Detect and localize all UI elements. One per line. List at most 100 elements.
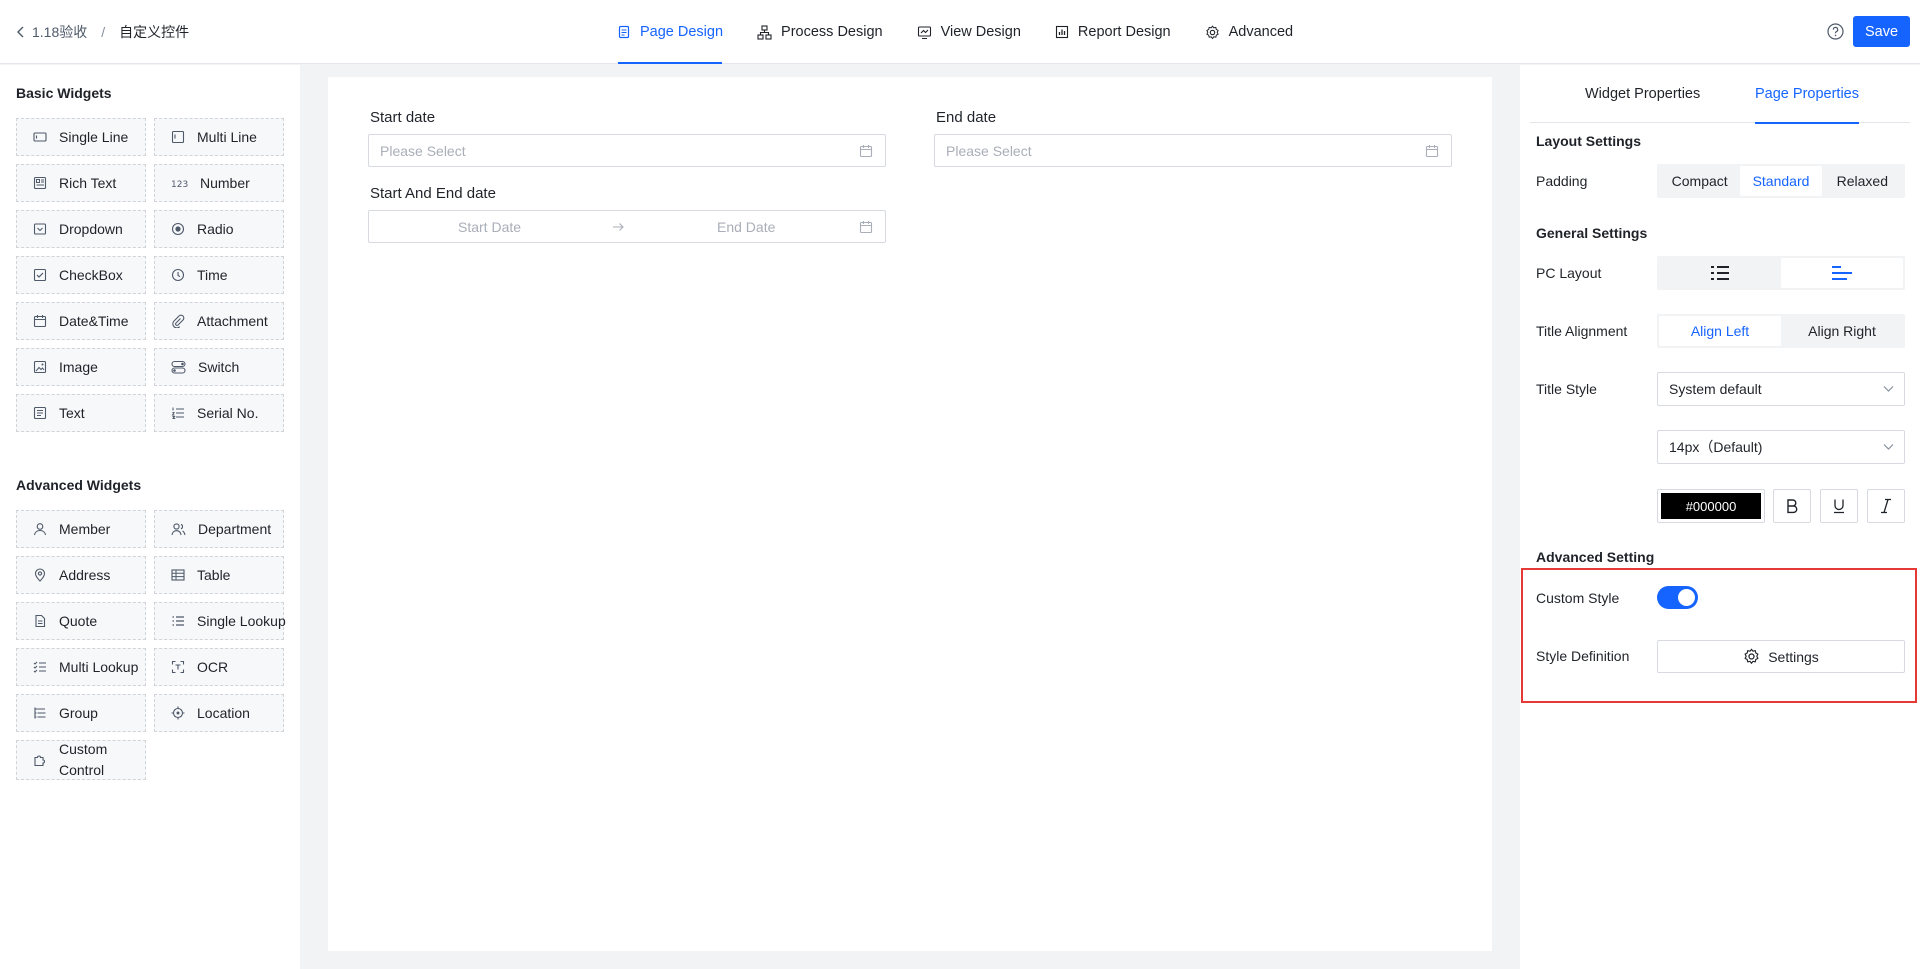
properties-tabs: Widget Properties Page Properties [1530,65,1910,124]
range-end-placeholder: End Date [717,219,776,235]
calendar-icon [33,315,47,328]
help-icon[interactable] [1827,23,1844,40]
start-date-placeholder: Please Select [380,142,466,159]
range-start-placeholder: Start Date [458,219,522,235]
widget-single-line[interactable]: Single Line [16,118,146,156]
breadcrumb-parent[interactable]: 1.18验收 [32,22,87,42]
widget-quote[interactable]: Quote [16,602,146,640]
widget-switch[interactable]: Switch [154,348,284,386]
image-icon [33,360,47,374]
bold-button[interactable] [1773,489,1811,523]
multi-line-icon [171,130,185,144]
widget-multi-lookup[interactable]: Multi Lookup [16,648,146,686]
widget-member[interactable]: Member [16,510,146,548]
end-date-placeholder: Please Select [946,142,1032,159]
tab-label: View Design [940,24,1021,40]
page-icon [618,25,630,39]
table-icon [171,569,185,581]
widget-dropdown[interactable]: Dropdown [16,210,146,248]
padding-relaxed[interactable]: Relaxed [1822,166,1903,196]
widget-address[interactable]: Address [16,556,146,594]
widget-time[interactable]: Time [154,256,284,294]
widget-department[interactable]: Department [154,510,284,548]
custom-style-toggle[interactable] [1657,586,1698,609]
widget-checkbox[interactable]: CheckBox [16,256,146,294]
widget-rich-text[interactable]: Rich Text [16,164,146,202]
widget-single-lookup[interactable]: Single Lookup [154,602,286,640]
widget-date-time[interactable]: Date&Time [16,302,146,340]
start-date-field[interactable]: Please Select [368,134,886,167]
underline-button[interactable] [1820,489,1858,523]
title-style-label: Title Style [1536,381,1597,397]
italic-button[interactable] [1867,489,1905,523]
widget-location[interactable]: Location [154,694,284,732]
tab-widget-properties[interactable]: Widget Properties [1585,65,1700,123]
form-canvas[interactable]: Start date Please Select End date Please… [328,77,1492,951]
widget-group[interactable]: Group [16,694,146,732]
view-icon [917,25,931,39]
widget-serial-no[interactable]: Serial No. [154,394,284,432]
widget-number[interactable]: 123 Number [154,164,284,202]
tab-view-design[interactable]: View Design [900,0,1038,64]
tab-report-design[interactable]: Report Design [1038,0,1188,64]
date-range-label: Start And End date [370,185,496,202]
bold-icon [1787,499,1798,514]
tab-page-design[interactable]: Page Design [600,0,740,64]
align-right-option[interactable]: Align Right [1781,316,1903,346]
arrow-right-icon [613,223,624,231]
group-icon [34,707,46,719]
widget-text[interactable]: Text [16,394,146,432]
calendar-icon [859,221,873,234]
tab-process-design[interactable]: Process Design [740,0,900,64]
widget-library: Basic Widgets Single Line Multi Line Ric… [0,65,300,969]
save-button[interactable]: Save [1853,16,1910,47]
font-size-select[interactable]: 14px（Default) [1657,430,1905,464]
left-align-layout-icon [1832,266,1852,280]
tab-page-properties[interactable]: Page Properties [1755,65,1859,124]
single-line-icon [33,132,47,142]
title-alignment-segmented: Align Left Align Right [1657,314,1905,348]
location-pin-icon [34,568,46,582]
advanced-setting-title: Advanced Setting [1536,549,1655,565]
tab-label: Process Design [781,24,883,40]
quote-icon [35,614,46,628]
widget-table[interactable]: Table [154,556,284,594]
padding-standard[interactable]: Standard [1740,166,1822,196]
basic-widgets-title: Basic Widgets [16,85,112,101]
tab-advanced[interactable]: Advanced [1188,0,1311,64]
pc-layout-left-option[interactable] [1781,258,1903,288]
tab-label: Advanced [1228,24,1294,40]
back-chevron-icon[interactable] [14,25,28,39]
crosshair-icon [171,706,185,720]
process-icon [757,24,772,40]
title-color-picker[interactable]: #000000 [1657,489,1765,523]
title-alignment-label: Title Alignment [1536,323,1628,339]
widget-radio[interactable]: Radio [154,210,284,248]
tab-label: Page Design [640,24,724,40]
widget-custom-control[interactable]: Custom Control [16,740,146,780]
date-range-field[interactable]: Start Date End Date [368,210,886,243]
font-family-select[interactable]: System default [1657,372,1905,406]
paperclip-icon [172,314,185,328]
font-size-value: 14px（Default) [1669,439,1763,455]
text-icon [33,406,47,420]
breadcrumb-separator: / [101,24,106,40]
design-tabs: Page Design Process Design View Design R… [600,0,1310,64]
widget-attachment[interactable]: Attachment [154,302,284,340]
top-header: 1.18验收 / 自定义控件 Page Design Process Desig… [0,0,1920,64]
settings-button-label: Settings [1768,648,1819,665]
style-settings-button[interactable]: Settings [1657,640,1905,673]
puzzle-icon [34,755,45,767]
padding-compact[interactable]: Compact [1659,166,1740,196]
widget-multi-line[interactable]: Multi Line [154,118,284,156]
widget-image[interactable]: Image [16,348,146,386]
serial-icon [171,407,184,419]
pc-layout-list-option[interactable] [1659,258,1781,288]
calendar-icon [859,145,873,158]
align-left-option[interactable]: Align Left [1659,316,1781,346]
widget-ocr[interactable]: OCR [154,648,284,686]
svg-text:123: 123 [171,180,188,190]
end-date-field[interactable]: Please Select [934,134,1452,167]
breadcrumb: 1.18验收 / 自定义控件 [14,0,189,64]
pc-layout-segmented [1657,256,1905,290]
